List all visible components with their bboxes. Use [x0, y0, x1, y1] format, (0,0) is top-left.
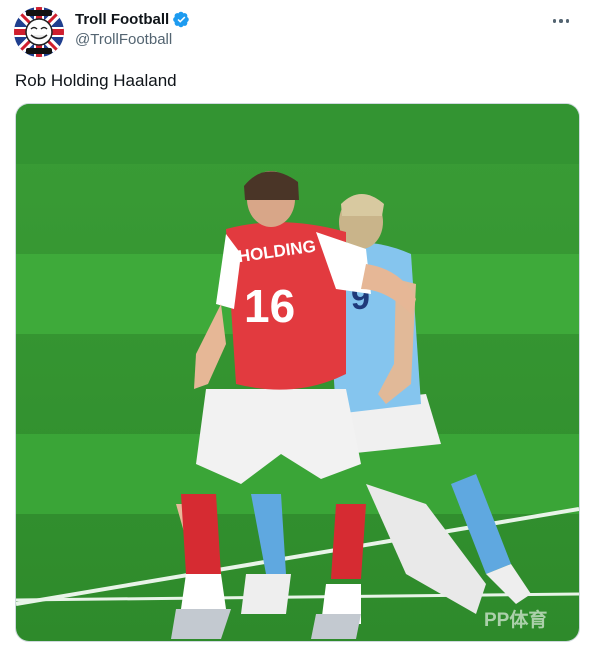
author-display-name[interactable]: Troll Football — [75, 11, 169, 28]
verified-badge-icon — [173, 11, 189, 28]
troll-face-union-jack-avatar — [14, 7, 64, 57]
player-front-number: 16 — [244, 280, 295, 332]
tweet-media-photo[interactable]: 9 HOLDING 16 PP体育 — [15, 103, 580, 642]
more-dot-icon — [565, 19, 570, 23]
author-avatar[interactable] — [14, 7, 64, 57]
tweet-card: Troll Football @TrollFootball Rob Holdin… — [0, 0, 590, 649]
author-name-row: Troll Football — [75, 11, 190, 28]
author-handle[interactable]: @TrollFootball — [75, 31, 172, 48]
watermark: PP体育 — [484, 608, 547, 631]
more-options-button[interactable] — [544, 8, 578, 34]
football-photo: 9 HOLDING 16 PP体育 — [16, 104, 579, 641]
more-dot-icon — [552, 19, 557, 23]
more-dot-icon — [559, 19, 563, 23]
tweet-text: Rob Holding Haaland — [15, 71, 177, 90]
